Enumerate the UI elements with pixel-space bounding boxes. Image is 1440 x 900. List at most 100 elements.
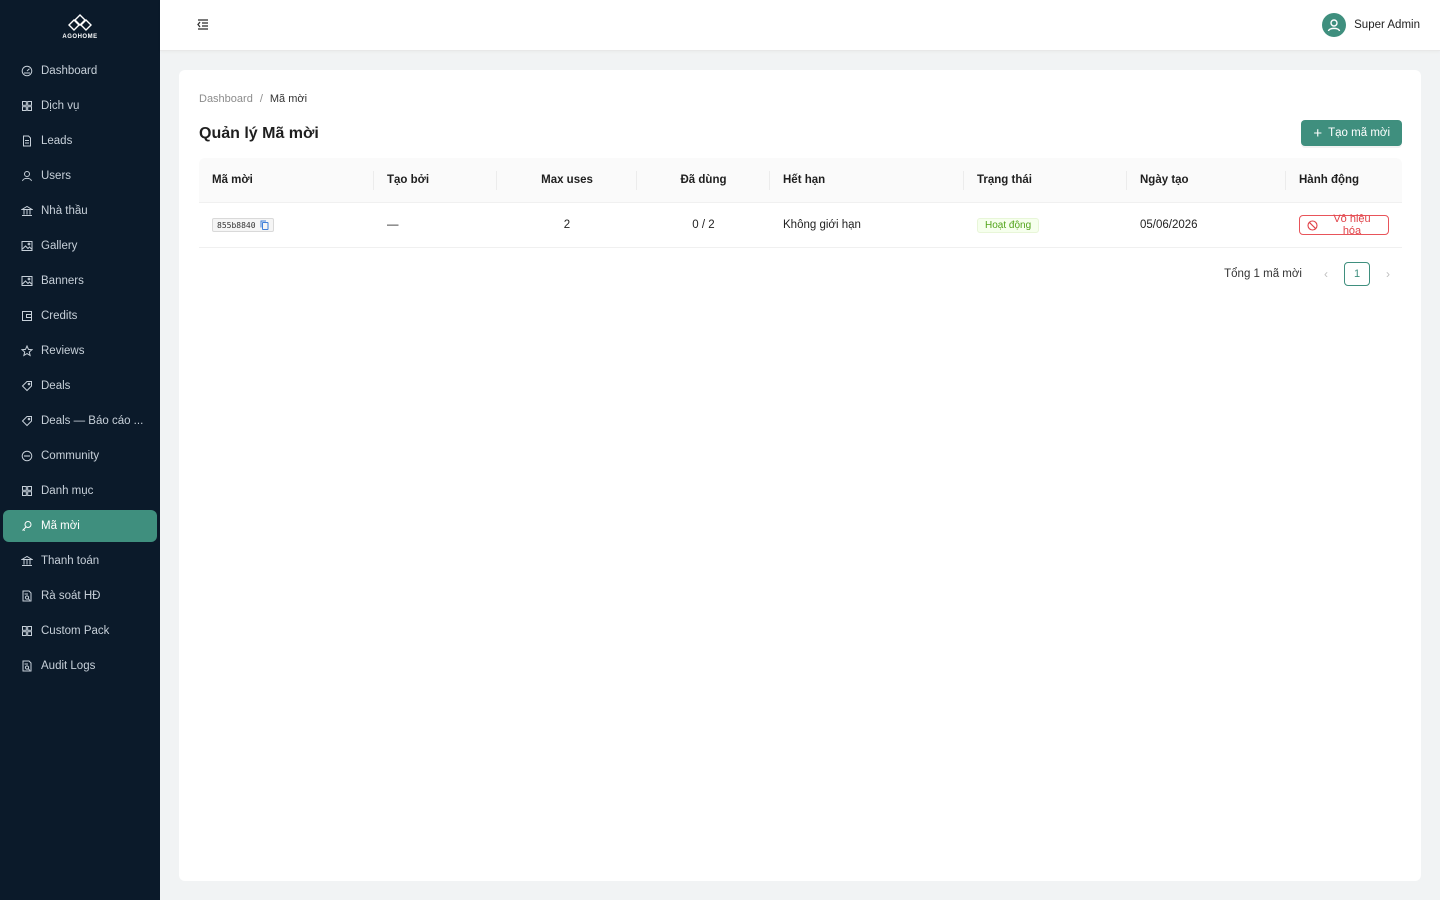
user-icon: [21, 170, 33, 182]
pagination: Tổng 1 mã mời ‹ 1 ›: [1224, 262, 1402, 286]
cell-code: 855b8840: [199, 203, 374, 247]
breadcrumb-separator: /: [259, 93, 263, 105]
wallet-icon: [21, 310, 33, 322]
sidebar-item-label: Deals — Báo cáo ...: [41, 415, 144, 427]
cell-created-at: 05/06/2026: [1140, 219, 1198, 231]
sidebar-item-label: Gallery: [41, 240, 78, 252]
cell-status: Hoạt động: [964, 203, 1127, 247]
sidebar-item-reviews[interactable]: Reviews: [3, 335, 157, 367]
sidebar-item-label: Rà soát HĐ: [41, 590, 101, 602]
sidebar-item-thanh-toan[interactable]: Thanh toán: [3, 545, 157, 577]
sidebar-item-audit-logs[interactable]: Audit Logs: [3, 650, 157, 682]
table-row: 855b8840 — 2 0 / 2 Không giới hạn Hoạt đ…: [199, 203, 1402, 248]
sidebar-item-dashboard[interactable]: Dashboard: [3, 55, 157, 87]
sidebar-item-label: Users: [41, 170, 72, 182]
grid-icon: [21, 485, 33, 497]
tag-icon: [21, 415, 33, 427]
cell-used: 0 / 2: [692, 219, 715, 231]
table-header: Mã mời Tạo bởi Max uses Đã dùng Hết hạn …: [199, 158, 1402, 203]
sidebar-item-credits[interactable]: Credits: [3, 300, 157, 332]
sidebar-item-ma-moi[interactable]: Mã mời: [3, 510, 157, 542]
audit-icon: [21, 660, 33, 672]
cell-action: Vô hiệu hóa: [1286, 203, 1402, 247]
pagination-total: Tổng 1 mã mời: [1224, 268, 1302, 280]
sidebar-item-leads[interactable]: Leads: [3, 125, 157, 157]
user-menu[interactable]: Super Admin: [1322, 13, 1420, 37]
audit-icon: [21, 590, 33, 602]
main-content: Dashboard / Mã mời Quản lý Mã mời + Tạo …: [179, 70, 1421, 881]
sidebar-item-label: Mã mời: [41, 520, 80, 532]
sidebar-item-label: Reviews: [41, 345, 85, 357]
sidebar-menu: Dashboard Dịch vụ Leads Users Nhà thầu Galler…: [0, 55, 160, 682]
sidebar-item-ra-soat-hd[interactable]: Rà soát HĐ: [3, 580, 157, 612]
cell-expires: Không giới hạn: [783, 219, 861, 231]
sidebar-item-label: Credits: [41, 310, 78, 322]
column-header-used: Đã dùng: [637, 158, 770, 202]
column-header-max-uses: Max uses: [497, 158, 637, 202]
plus-icon: +: [1313, 124, 1323, 142]
column-header-expires: Hết hạn: [770, 158, 964, 202]
sidebar-item-custom-pack[interactable]: Custom Pack: [3, 615, 157, 647]
logo-icon: [68, 13, 92, 31]
ban-icon: [1307, 219, 1318, 231]
sidebar: AGOHOME Dashboard Dịch vụ Leads Users Nhà th…: [0, 0, 160, 900]
sidebar-item-banners[interactable]: Banners: [3, 265, 157, 297]
avatar: [1322, 13, 1347, 37]
menu-collapse-icon[interactable]: [196, 17, 212, 33]
sidebar-item-deals[interactable]: Deals: [3, 370, 157, 402]
pagination-prev-icon[interactable]: ‹: [1312, 262, 1340, 286]
pagination-next-icon[interactable]: ›: [1374, 262, 1402, 286]
column-header-created-at: Ngày tạo: [1127, 158, 1286, 202]
sidebar-item-dich-vu[interactable]: Dịch vụ: [3, 90, 157, 122]
sidebar-item-community[interactable]: Community: [3, 440, 157, 472]
sidebar-item-label: Nhà thầu: [41, 205, 88, 217]
sidebar-item-label: Custom Pack: [41, 625, 110, 637]
column-header-action: Hành động: [1299, 174, 1360, 186]
brand-logo[interactable]: AGOHOME: [0, 0, 160, 52]
sidebar-item-label: Leads: [41, 135, 73, 147]
document-icon: [21, 135, 33, 147]
column-header-status: Trạng thái: [964, 158, 1127, 202]
brand-name: AGOHOME: [62, 33, 98, 40]
sidebar-item-nha-thau[interactable]: Nhà thầu: [3, 195, 157, 227]
invite-code: 855b8840: [212, 218, 274, 232]
star-icon: [21, 345, 33, 357]
sidebar-item-deals-bao-cao[interactable]: Deals — Báo cáo ...: [3, 405, 157, 437]
sidebar-item-label: Dịch vụ: [41, 100, 80, 112]
sidebar-item-label: Deals: [41, 380, 71, 392]
sidebar-item-users[interactable]: Users: [3, 160, 157, 192]
invite-code-text: 855b8840: [217, 220, 256, 230]
create-invite-button[interactable]: + Tạo mã mời: [1301, 120, 1402, 146]
sidebar-item-label: Banners: [41, 275, 84, 287]
grid-icon: [21, 100, 33, 112]
sidebar-item-label: Community: [41, 450, 100, 462]
cell-max-uses: 2: [563, 219, 571, 231]
dashboard-icon: [21, 65, 33, 77]
copy-icon[interactable]: [260, 220, 269, 230]
pagination-page[interactable]: 1: [1344, 262, 1370, 286]
column-header-created-by: Tạo bởi: [374, 158, 497, 202]
grid-icon: [21, 625, 33, 637]
column-header-code: Mã mời: [199, 158, 374, 202]
disable-button[interactable]: Vô hiệu hóa: [1299, 213, 1389, 237]
create-invite-label: Tạo mã mời: [1328, 127, 1390, 139]
image-icon: [21, 240, 33, 252]
sidebar-item-danh-muc[interactable]: Danh mục: [3, 475, 157, 507]
invite-table: Mã mời Tạo bởi Max uses Đã dùng Hết hạn …: [199, 158, 1402, 248]
sidebar-item-label: Danh mục: [41, 485, 94, 497]
cell-created-by: —: [387, 219, 399, 231]
user-avatar-icon: [1327, 19, 1341, 32]
sidebar-item-gallery[interactable]: Gallery: [3, 230, 157, 262]
key-icon: [21, 520, 33, 532]
bank-icon: [21, 555, 33, 567]
breadcrumb-current: Mã mời: [269, 93, 308, 105]
page-title: Quản lý Mã mời: [199, 125, 319, 142]
message-icon: [21, 450, 33, 462]
topbar: Super Admin: [160, 0, 1440, 51]
disable-button-label: Vô hiệu hóa: [1333, 213, 1371, 237]
breadcrumb-root[interactable]: Dashboard: [199, 93, 253, 105]
image-icon: [21, 275, 33, 287]
sidebar-item-label: Audit Logs: [41, 660, 96, 672]
bank-icon: [21, 205, 33, 217]
sidebar-item-label: Thanh toán: [41, 555, 100, 567]
